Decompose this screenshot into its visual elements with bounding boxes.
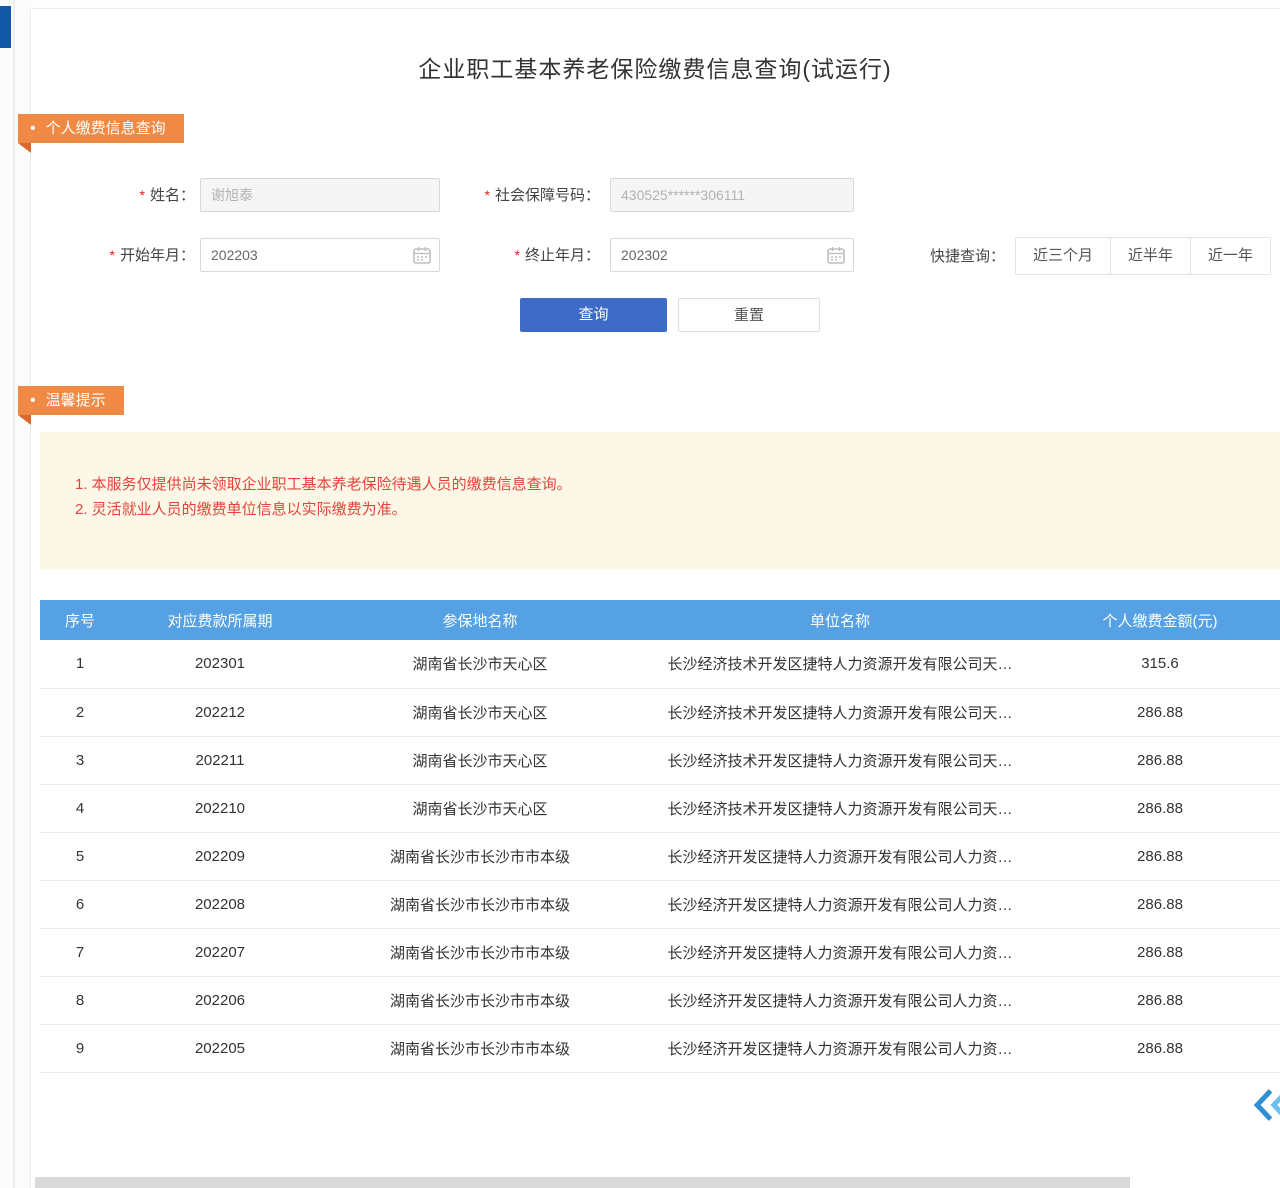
left-rail bbox=[0, 0, 30, 1188]
table-row[interactable]: 1 202301 湖南省长沙市天心区 长沙经济技术开发区捷特人力资源开发有限公司… bbox=[40, 640, 1280, 688]
cell-period: 202210 bbox=[120, 784, 320, 832]
cell-index: 9 bbox=[40, 1024, 120, 1072]
cell-amount: 286.88 bbox=[1040, 976, 1280, 1024]
cell-amount: 286.88 bbox=[1040, 1024, 1280, 1072]
cell-index: 6 bbox=[40, 880, 120, 928]
table-row[interactable]: 7 202207 湖南省长沙市长沙市市本级 长沙经济开发区捷特人力资源开发有限公… bbox=[40, 928, 1280, 976]
start-month-label: *开始年月： bbox=[60, 238, 195, 272]
cell-location: 湖南省长沙市长沙市市本级 bbox=[320, 832, 640, 880]
cell-index: 1 bbox=[40, 640, 120, 688]
double-left-chevron-icon[interactable] bbox=[1253, 1084, 1280, 1126]
cell-amount: 315.6 bbox=[1040, 640, 1280, 688]
table-row[interactable]: 2 202212 湖南省长沙市天心区 长沙经济技术开发区捷特人力资源开发有限公司… bbox=[40, 688, 1280, 736]
table-row[interactable]: 9 202205 湖南省长沙市长沙市市本级 长沙经济开发区捷特人力资源开发有限公… bbox=[40, 1024, 1280, 1072]
section-badge-tips: • 温馨提示 bbox=[18, 386, 124, 415]
cell-employer: 长沙经济开发区捷特人力资源开发有限公司人力资… bbox=[640, 880, 1040, 928]
cell-location: 湖南省长沙市天心区 bbox=[320, 688, 640, 736]
cell-amount: 286.88 bbox=[1040, 784, 1280, 832]
cell-location: 湖南省长沙市长沙市市本级 bbox=[320, 976, 640, 1024]
start-month-field[interactable] bbox=[200, 238, 440, 272]
notice-panel: 1. 本服务仅提供尚未领取企业职工基本养老保险待遇人员的缴费信息查询。 2. 灵… bbox=[40, 432, 1280, 569]
cell-employer: 长沙经济开发区捷特人力资源开发有限公司人力资… bbox=[640, 928, 1040, 976]
cell-location: 湖南省长沙市长沙市市本级 bbox=[320, 880, 640, 928]
cell-employer: 长沙经济技术开发区捷特人力资源开发有限公司天… bbox=[640, 640, 1040, 688]
cell-employer: 长沙经济技术开发区捷特人力资源开发有限公司天… bbox=[640, 736, 1040, 784]
cell-location: 湖南省长沙市长沙市市本级 bbox=[320, 1024, 640, 1072]
quick-query-group: 近三个月 近半年 近一年 bbox=[1015, 237, 1271, 275]
cell-employer: 长沙经济技术开发区捷特人力资源开发有限公司天… bbox=[640, 688, 1040, 736]
section-badge-query: • 个人缴费信息查询 bbox=[18, 114, 184, 143]
cell-period: 202211 bbox=[120, 736, 320, 784]
ssn-field[interactable] bbox=[610, 178, 854, 212]
rail-divider bbox=[13, 0, 15, 1188]
table-body: 1 202301 湖南省长沙市天心区 长沙经济技术开发区捷特人力资源开发有限公司… bbox=[40, 640, 1280, 1072]
cell-amount: 286.88 bbox=[1040, 832, 1280, 880]
page: 企业职工基本养老保险缴费信息查询(试运行) • 个人缴费信息查询 *姓名： *社… bbox=[0, 0, 1280, 1188]
results-table: 序号 对应费款所属期 参保地名称 单位名称 个人缴费金额(元) 1 202301… bbox=[40, 600, 1280, 1073]
footer-scrollbar[interactable] bbox=[35, 1177, 1130, 1188]
required-asterisk: * bbox=[110, 247, 115, 263]
required-asterisk: * bbox=[485, 187, 490, 203]
bullet-icon: • bbox=[30, 114, 36, 143]
notice-line: 2. 灵活就业人员的缴费单位信息以实际缴费为准。 bbox=[75, 497, 407, 522]
cell-employer: 长沙经济开发区捷特人力资源开发有限公司人力资… bbox=[640, 832, 1040, 880]
cell-index: 7 bbox=[40, 928, 120, 976]
reset-button[interactable]: 重置 bbox=[678, 298, 820, 332]
end-month-label: *终止年月： bbox=[440, 238, 600, 272]
query-button[interactable]: 查询 bbox=[520, 298, 667, 332]
page-title: 企业职工基本养老保险缴费信息查询(试运行) bbox=[30, 50, 1280, 84]
table-row[interactable]: 6 202208 湖南省长沙市长沙市市本级 长沙经济开发区捷特人力资源开发有限公… bbox=[40, 880, 1280, 928]
col-header-location: 参保地名称 bbox=[320, 600, 640, 640]
table-row[interactable]: 3 202211 湖南省长沙市天心区 长沙经济技术开发区捷特人力资源开发有限公司… bbox=[40, 736, 1280, 784]
cell-period: 202209 bbox=[120, 832, 320, 880]
cell-period: 202208 bbox=[120, 880, 320, 928]
cell-amount: 286.88 bbox=[1040, 688, 1280, 736]
col-header-amount: 个人缴费金额(元) bbox=[1040, 600, 1280, 640]
col-header-period: 对应费款所属期 bbox=[120, 600, 320, 640]
cell-index: 2 bbox=[40, 688, 120, 736]
cell-period: 202206 bbox=[120, 976, 320, 1024]
cell-amount: 286.88 bbox=[1040, 880, 1280, 928]
table-row[interactable]: 5 202209 湖南省长沙市长沙市市本级 长沙经济开发区捷特人力资源开发有限公… bbox=[40, 832, 1280, 880]
col-header-index: 序号 bbox=[40, 600, 120, 640]
cell-index: 4 bbox=[40, 784, 120, 832]
table-row[interactable]: 4 202210 湖南省长沙市天心区 长沙经济技术开发区捷特人力资源开发有限公司… bbox=[40, 784, 1280, 832]
cell-index: 8 bbox=[40, 976, 120, 1024]
cell-period: 202205 bbox=[120, 1024, 320, 1072]
cell-employer: 长沙经济开发区捷特人力资源开发有限公司人力资… bbox=[640, 1024, 1040, 1072]
cell-period: 202301 bbox=[120, 640, 320, 688]
required-asterisk: * bbox=[140, 187, 145, 203]
name-field[interactable] bbox=[200, 178, 440, 212]
quick-btn-3months[interactable]: 近三个月 bbox=[1015, 237, 1111, 275]
sidebar-edge-block bbox=[0, 6, 11, 48]
cell-index: 5 bbox=[40, 832, 120, 880]
cell-period: 202212 bbox=[120, 688, 320, 736]
cell-location: 湖南省长沙市长沙市市本级 bbox=[320, 928, 640, 976]
cell-amount: 286.88 bbox=[1040, 736, 1280, 784]
cell-period: 202207 bbox=[120, 928, 320, 976]
section-badge-tips-label: 温馨提示 bbox=[46, 386, 106, 415]
cell-amount: 286.88 bbox=[1040, 928, 1280, 976]
cell-location: 湖南省长沙市天心区 bbox=[320, 736, 640, 784]
cell-index: 3 bbox=[40, 736, 120, 784]
cell-employer: 长沙经济技术开发区捷特人力资源开发有限公司天… bbox=[640, 784, 1040, 832]
table-header: 序号 对应费款所属期 参保地名称 单位名称 个人缴费金额(元) bbox=[40, 600, 1280, 640]
ssn-label: *社会保障号码： bbox=[440, 178, 600, 212]
quick-btn-year[interactable]: 近一年 bbox=[1190, 237, 1271, 275]
col-header-employer: 单位名称 bbox=[640, 600, 1040, 640]
bullet-icon: • bbox=[30, 386, 36, 415]
calendar-icon[interactable] bbox=[412, 245, 432, 265]
calendar-icon[interactable] bbox=[826, 245, 846, 265]
end-month-field[interactable] bbox=[610, 238, 854, 272]
cell-location: 湖南省长沙市天心区 bbox=[320, 640, 640, 688]
quick-btn-halfyear[interactable]: 近半年 bbox=[1110, 237, 1191, 275]
required-asterisk: * bbox=[515, 247, 520, 263]
section-badge-query-label: 个人缴费信息查询 bbox=[46, 114, 166, 143]
cell-employer: 长沙经济开发区捷特人力资源开发有限公司人力资… bbox=[640, 976, 1040, 1024]
quick-query-label: 快捷查询： bbox=[905, 238, 1005, 276]
cell-location: 湖南省长沙市天心区 bbox=[320, 784, 640, 832]
table-row[interactable]: 8 202206 湖南省长沙市长沙市市本级 长沙经济开发区捷特人力资源开发有限公… bbox=[40, 976, 1280, 1024]
name-label: *姓名： bbox=[60, 178, 195, 212]
notice-line: 1. 本服务仅提供尚未领取企业职工基本养老保险待遇人员的缴费信息查询。 bbox=[75, 472, 572, 497]
